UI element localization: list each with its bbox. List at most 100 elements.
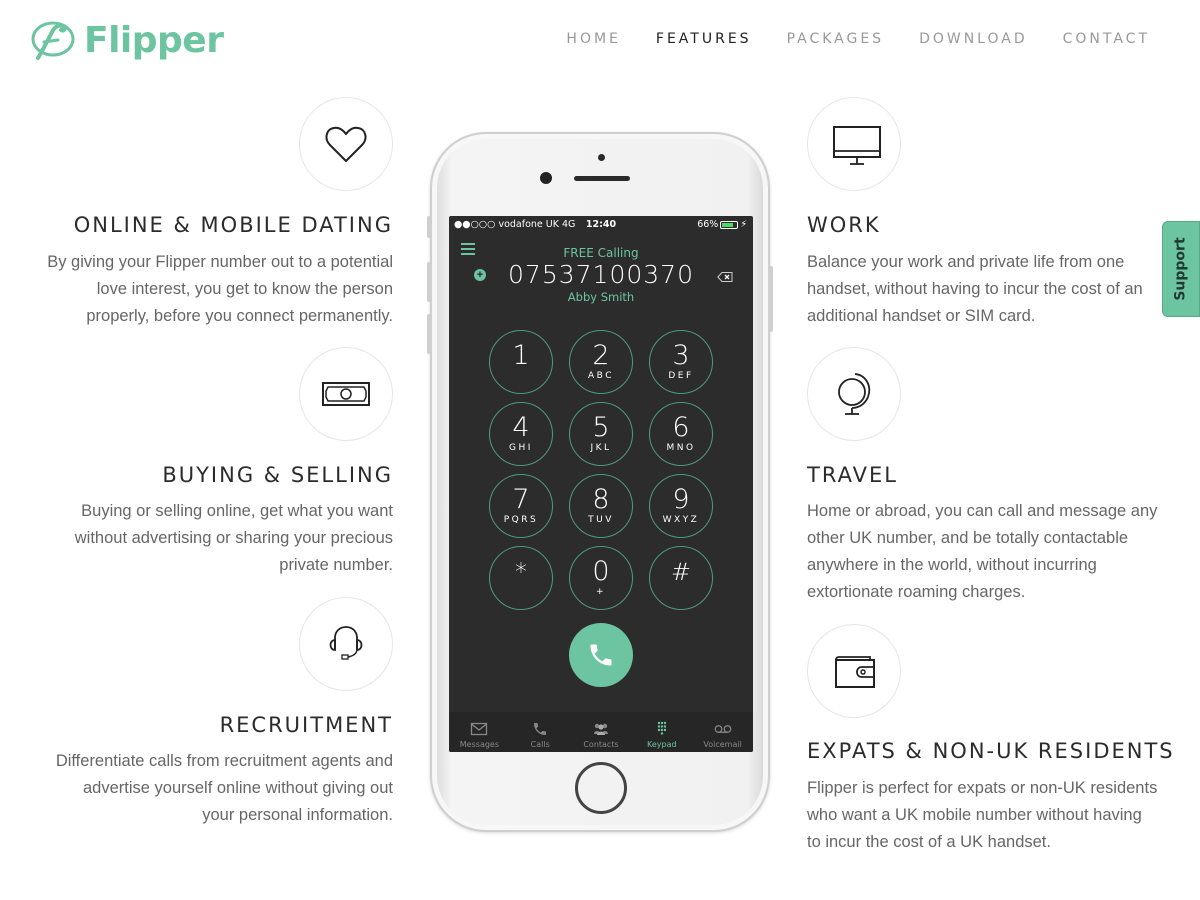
desc-line: additional handset or SIM card.: [807, 307, 1036, 325]
battery-status: 66% ⚡: [697, 219, 747, 230]
key-digit: 2: [592, 340, 610, 371]
nav-contact[interactable]: CONTACT: [1063, 31, 1150, 47]
feature-description: Buying or selling online, get what you w…: [33, 498, 393, 579]
envelope-icon: [471, 722, 488, 736]
logo[interactable]: Flipper: [30, 18, 224, 62]
contacts-icon: [593, 723, 608, 735]
key-digit: 8: [592, 484, 610, 515]
feature-recruitment: RECRUITMENT Differentiate calls from rec…: [33, 597, 393, 837]
feature-description: Differentiate calls from recruitment age…: [33, 748, 393, 829]
desc-line: Differentiate calls from recruitment age…: [55, 752, 393, 770]
nav-features[interactable]: FEATURES: [656, 31, 752, 47]
status-bar: ●●○○○ vodafone UK 4G 12:40 66% ⚡: [449, 216, 753, 234]
battery-icon: [720, 220, 739, 229]
feature-title: BUYING & SELLING: [162, 463, 393, 487]
wallet-icon: [835, 656, 875, 688]
phone-volume-up: [427, 262, 431, 302]
feature-description: Balance your work and private life from …: [807, 249, 1162, 330]
feature-title: EXPATS & NON-UK RESIDENTS: [807, 739, 1175, 763]
desc-line: Balance your work and private life from …: [807, 253, 1125, 271]
feature-description: Home or abroad, you can call and message…: [807, 498, 1162, 606]
nav-packages[interactable]: PACKAGES: [787, 31, 885, 47]
key-digit: 3: [672, 340, 690, 371]
charging-icon: ⚡: [740, 219, 747, 230]
call-button[interactable]: [569, 623, 633, 687]
tab-keypad[interactable]: Keypad: [631, 712, 692, 752]
support-tab[interactable]: Support: [1162, 221, 1200, 317]
banknote-icon: [322, 382, 370, 406]
phone-handset-icon: [590, 644, 612, 666]
key-star[interactable]: *: [489, 546, 553, 610]
key-9[interactable]: 9 WXYZ: [649, 474, 713, 538]
backspace-icon[interactable]: [717, 272, 733, 282]
phone-mockup: ●●○○○ vodafone UK 4G 12:40 66% ⚡ FREE Ca…: [427, 132, 773, 832]
key-2[interactable]: 2 ABC: [569, 330, 633, 394]
keypad: 1 2 ABC 3 DEF 4 GHI 5 JKL 6 MNO 7 PQRS 8 TUV 9W…: [489, 330, 715, 610]
desc-line: private number.: [279, 556, 393, 574]
tab-label: Calls: [530, 740, 550, 749]
desc-line: who want a UK mobile number without havi…: [807, 806, 1142, 824]
key-digit: 7: [512, 484, 530, 515]
feature-title: TRAVEL: [807, 463, 898, 487]
monitor-icon: [833, 126, 881, 165]
key-6[interactable]: 6 MNO: [649, 402, 713, 466]
key-0[interactable]: 0 +: [569, 546, 633, 610]
phone-tab-bar: Messages Calls Contacts Keypad Voicemail: [449, 712, 753, 752]
nav-home[interactable]: HOME: [566, 31, 620, 47]
tab-calls[interactable]: Calls: [510, 712, 571, 752]
feature-travel: TRAVEL Home or abroad, you can call and …: [807, 347, 1167, 617]
feature-work: WORK Balance your work and private life …: [807, 97, 1167, 337]
tab-label: Messages: [459, 740, 500, 749]
tab-contacts[interactable]: Contacts: [571, 712, 632, 752]
key-3[interactable]: 3 DEF: [649, 330, 713, 394]
desc-line: handset, without having to incur the cos…: [807, 280, 1143, 298]
desc-line: other UK number, and be totally contacta…: [807, 529, 1129, 547]
feature-description: Flipper is perfect for expats or non-UK …: [807, 775, 1162, 856]
key-digit: 6: [672, 412, 690, 443]
phone-mute-switch: [427, 216, 431, 238]
key-letters: DEF: [668, 371, 694, 381]
feature-title: ONLINE & MOBILE DATING: [73, 213, 393, 237]
desc-line: without advertising or sharing your prec…: [74, 529, 393, 547]
desc-line: properly, before you connect permanently…: [86, 307, 393, 325]
key-7[interactable]: 7 PQRS: [489, 474, 553, 538]
desc-line: By giving your Flipper number out to a p…: [47, 253, 393, 271]
key-letters: GHI: [509, 443, 533, 453]
heart-icon: [325, 126, 367, 162]
feature-title: RECRUITMENT: [219, 713, 393, 737]
key-1[interactable]: 1: [489, 330, 553, 394]
key-digit: 5: [592, 412, 610, 443]
desc-line: Flipper is perfect for expats or non-UK …: [807, 779, 1158, 797]
key-letters: TUV: [588, 515, 614, 525]
contact-name: Abby Smith: [567, 290, 635, 304]
phone-speaker: [574, 176, 630, 181]
desc-line: advertise yourself online without giving…: [82, 779, 393, 797]
feature-description: By giving your Flipper number out to a p…: [33, 249, 393, 330]
key-hash[interactable]: #: [649, 546, 713, 610]
feature-online-dating: ONLINE & MOBILE DATING By giving your Fl…: [33, 97, 393, 337]
feature-expats: EXPATS & NON-UK RESIDENTS Flipper is per…: [807, 624, 1173, 864]
feature-icon-circle: [299, 597, 393, 691]
desc-line: anywhere in the world, without incurring: [807, 556, 1097, 574]
key-4[interactable]: 4 GHI: [489, 402, 553, 466]
tab-messages[interactable]: Messages: [449, 712, 510, 752]
battery-percent: 66%: [697, 219, 719, 230]
key-digit: 9: [672, 484, 690, 515]
battery-fill: [722, 222, 733, 227]
flipper-logo-icon: [31, 21, 75, 60]
free-calling-label: FREE Calling: [563, 246, 639, 260]
tab-voicemail[interactable]: Voicemail: [692, 712, 753, 752]
feature-icon-circle: [299, 347, 393, 441]
feature-buying-selling: BUYING & SELLING Buying or selling onlin…: [33, 347, 393, 587]
nav-download[interactable]: DOWNLOAD: [919, 31, 1028, 47]
key-digit: *: [515, 558, 527, 586]
keypad-icon: [657, 721, 666, 735]
key-5[interactable]: 5 JKL: [569, 402, 633, 466]
headset-icon: [329, 626, 363, 660]
phone-volume-down: [427, 314, 431, 354]
key-letters: ABC: [588, 371, 614, 381]
feature-icon-circle: [299, 97, 393, 191]
key-8[interactable]: 8 TUV: [569, 474, 633, 538]
desc-line: extortionate roaming charges.: [807, 583, 1026, 601]
key-digit: 4: [512, 412, 530, 443]
